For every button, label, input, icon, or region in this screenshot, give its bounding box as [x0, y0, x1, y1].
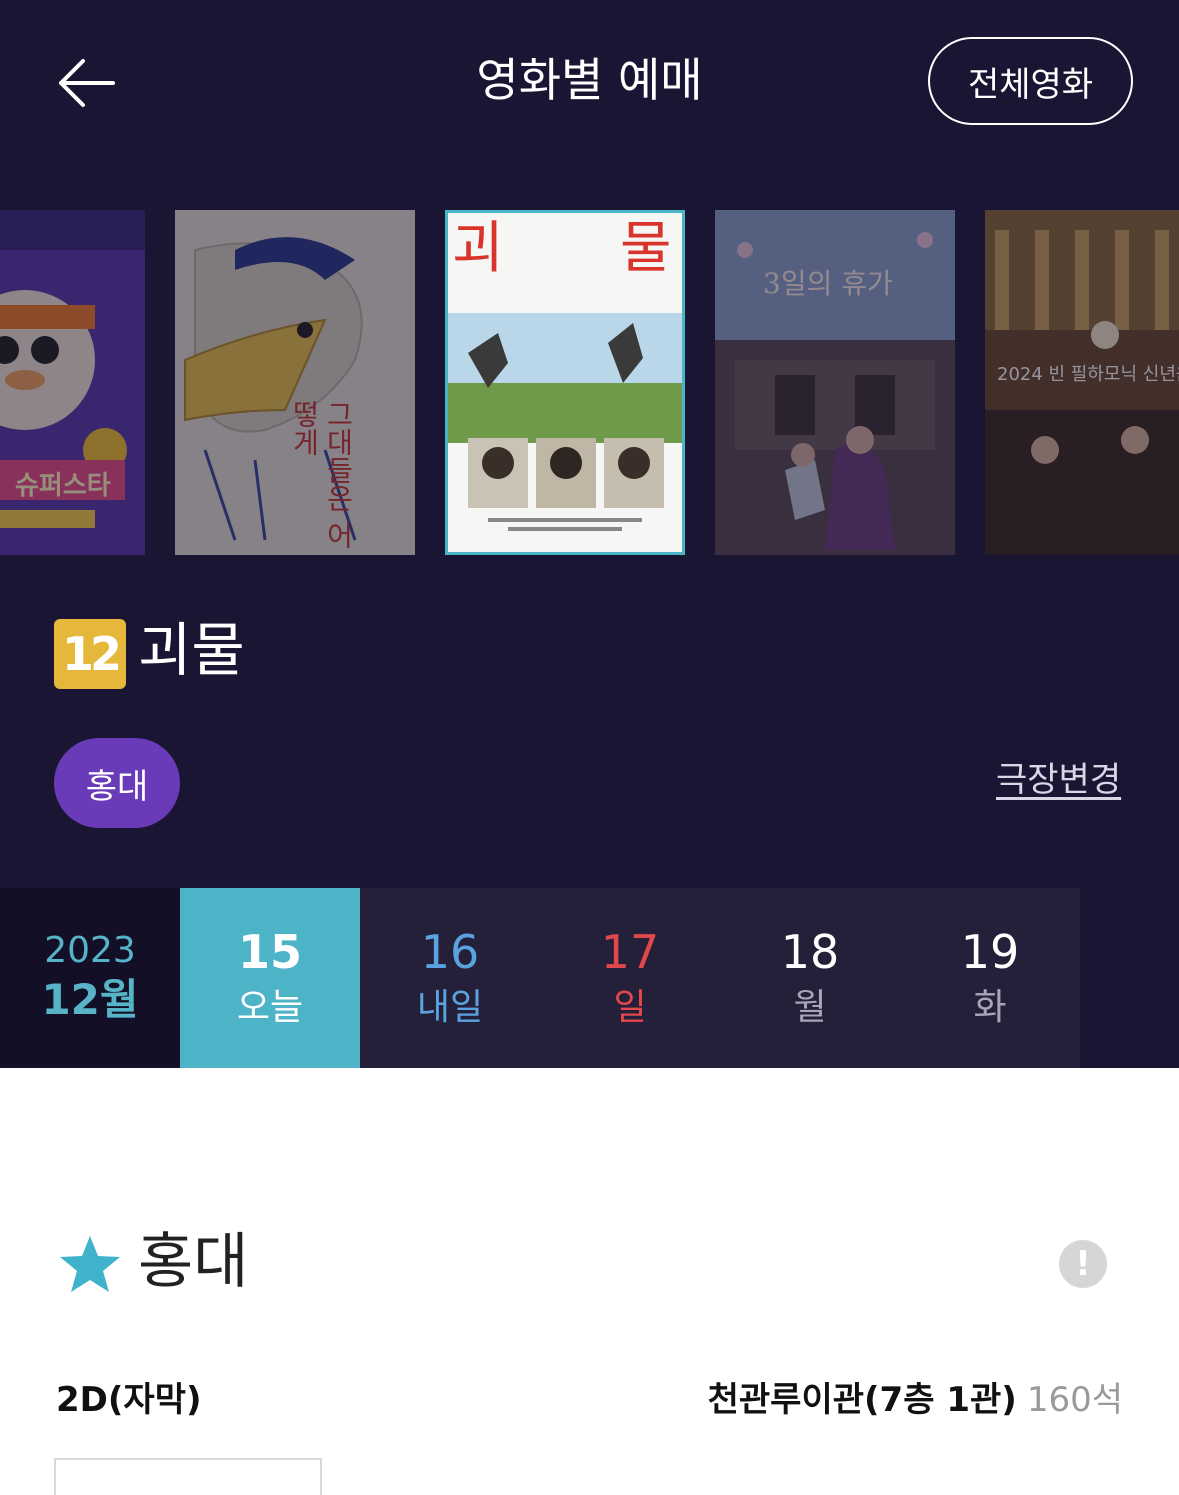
poster-3-days-off[interactable]: 3일의 휴가: [715, 210, 955, 555]
date-number: 17: [600, 925, 660, 979]
poster-carousel[interactable]: 슈퍼스타 그대들은 어떻게 괴 물 3일의 휴가 2024 빈 필하모닉 신년음: [0, 210, 1179, 555]
date-15[interactable]: 15 오늘: [180, 888, 360, 1068]
date-label: 오늘: [236, 987, 304, 1028]
date-selector: 2023 12월 15 오늘 16 내일 17 일 18 월 19 화: [0, 888, 1179, 1068]
year-month-cell: 2023 12월: [0, 888, 180, 1068]
date-label: 내일: [416, 987, 484, 1028]
change-theater-link[interactable]: 극장변경: [996, 752, 1121, 801]
date-days: 15 오늘 16 내일 17 일 18 월 19 화: [180, 888, 1080, 1068]
poster-monster-title-2: 물: [620, 216, 672, 281]
theater-name: 홍대: [138, 1227, 249, 1297]
screening-format: 2D(자막): [56, 1380, 202, 1420]
poster-pororo[interactable]: 슈퍼스타: [0, 210, 145, 555]
poster-dim: [0, 210, 145, 555]
info-icon[interactable]: !: [1059, 1240, 1107, 1288]
movie-title: 괴물: [138, 616, 245, 684]
date-number: 19: [960, 925, 1020, 979]
poster-dim: [715, 210, 955, 555]
date-label: 월: [793, 987, 827, 1028]
poster-monster-title-1: 괴: [452, 216, 504, 281]
date-19[interactable]: 19 화: [900, 888, 1080, 1068]
header-area: 영화별 예매 전체영화 슈퍼스타 그대들은 어떻게 괴 물 3일의 휴가 202…: [0, 0, 1179, 888]
all-movies-button[interactable]: 전체영화: [928, 37, 1133, 125]
showtime-slot[interactable]: [54, 1458, 322, 1495]
poster-dim: [985, 210, 1179, 555]
poster-vienna-phil[interactable]: 2024 빈 필하모닉 신년음: [985, 210, 1179, 555]
date-label: 일: [613, 987, 647, 1028]
date-label: 화: [973, 987, 1007, 1028]
date-number: 15: [237, 925, 302, 979]
theater-chip-hongdae[interactable]: 홍대: [54, 738, 180, 828]
age-rating-badge: 12: [54, 619, 126, 689]
month-label: 12월: [41, 975, 139, 1024]
date-16[interactable]: 16 내일: [360, 888, 540, 1068]
poster-boy-heron[interactable]: 그대들은 어떻게: [175, 210, 415, 555]
hall-info: 천관루이관(7층 1관) 160석: [708, 1378, 1123, 1422]
date-17[interactable]: 17 일: [540, 888, 720, 1068]
date-number: 16: [420, 925, 480, 979]
date-number: 18: [780, 925, 840, 979]
date-18[interactable]: 18 월: [720, 888, 900, 1068]
poster-monster[interactable]: 괴 물: [445, 210, 685, 555]
star-icon[interactable]: [58, 1234, 122, 1294]
year-label: 2023: [44, 930, 136, 971]
hall-name: 천관루이관(7층 1관): [707, 1380, 1017, 1420]
poster-dim: [175, 210, 415, 555]
hall-seats: 160석: [1026, 1380, 1123, 1420]
